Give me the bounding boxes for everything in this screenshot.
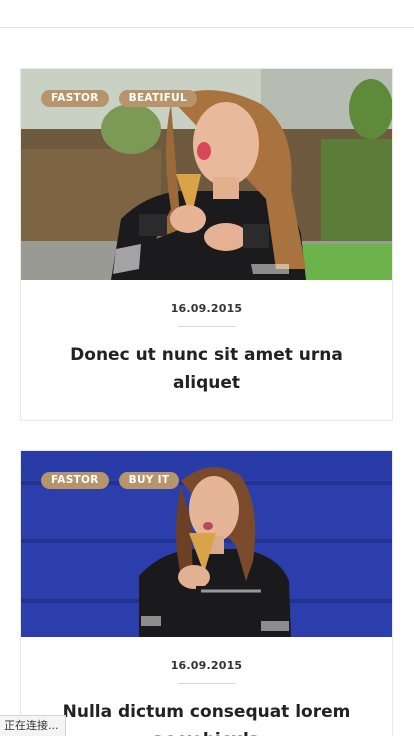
- tag-buy-it[interactable]: BUY IT: [118, 472, 180, 489]
- tag-list: FASTOR BEATIFUL: [41, 90, 197, 107]
- divider: [177, 326, 236, 327]
- tag-fastor[interactable]: FASTOR: [41, 90, 109, 107]
- post-date: 16.09.2015: [170, 302, 243, 315]
- post-card[interactable]: FASTOR BEATIFUL 16.09.2015 Donec ut nunc…: [20, 68, 393, 421]
- post-date: 16.09.2015: [170, 659, 243, 672]
- tag-beatiful[interactable]: BEATIFUL: [118, 90, 197, 107]
- browser-status-bar: 正在连接...: [0, 715, 66, 736]
- post-image[interactable]: FASTOR BUY IT: [21, 451, 392, 637]
- post-title[interactable]: Nulla dictum consequat lorem ac vehicula: [57, 698, 357, 736]
- post-card[interactable]: FASTOR BUY IT 16.09.2015 Nulla dictum co…: [20, 450, 393, 736]
- tag-fastor[interactable]: FASTOR: [41, 472, 109, 489]
- post-meta: 16.09.2015 Donec ut nunc sit amet urna a…: [21, 302, 392, 397]
- post-meta: 16.09.2015 Nulla dictum consequat lorem …: [21, 659, 392, 736]
- tag-list: FASTOR BUY IT: [41, 472, 180, 489]
- post-image[interactable]: FASTOR BEATIFUL: [21, 69, 392, 280]
- page: FASTOR BEATIFUL 16.09.2015 Donec ut nunc…: [0, 0, 414, 736]
- divider: [177, 683, 236, 684]
- top-bar: [0, 0, 414, 28]
- post-title[interactable]: Donec ut nunc sit amet urna aliquet: [57, 341, 357, 397]
